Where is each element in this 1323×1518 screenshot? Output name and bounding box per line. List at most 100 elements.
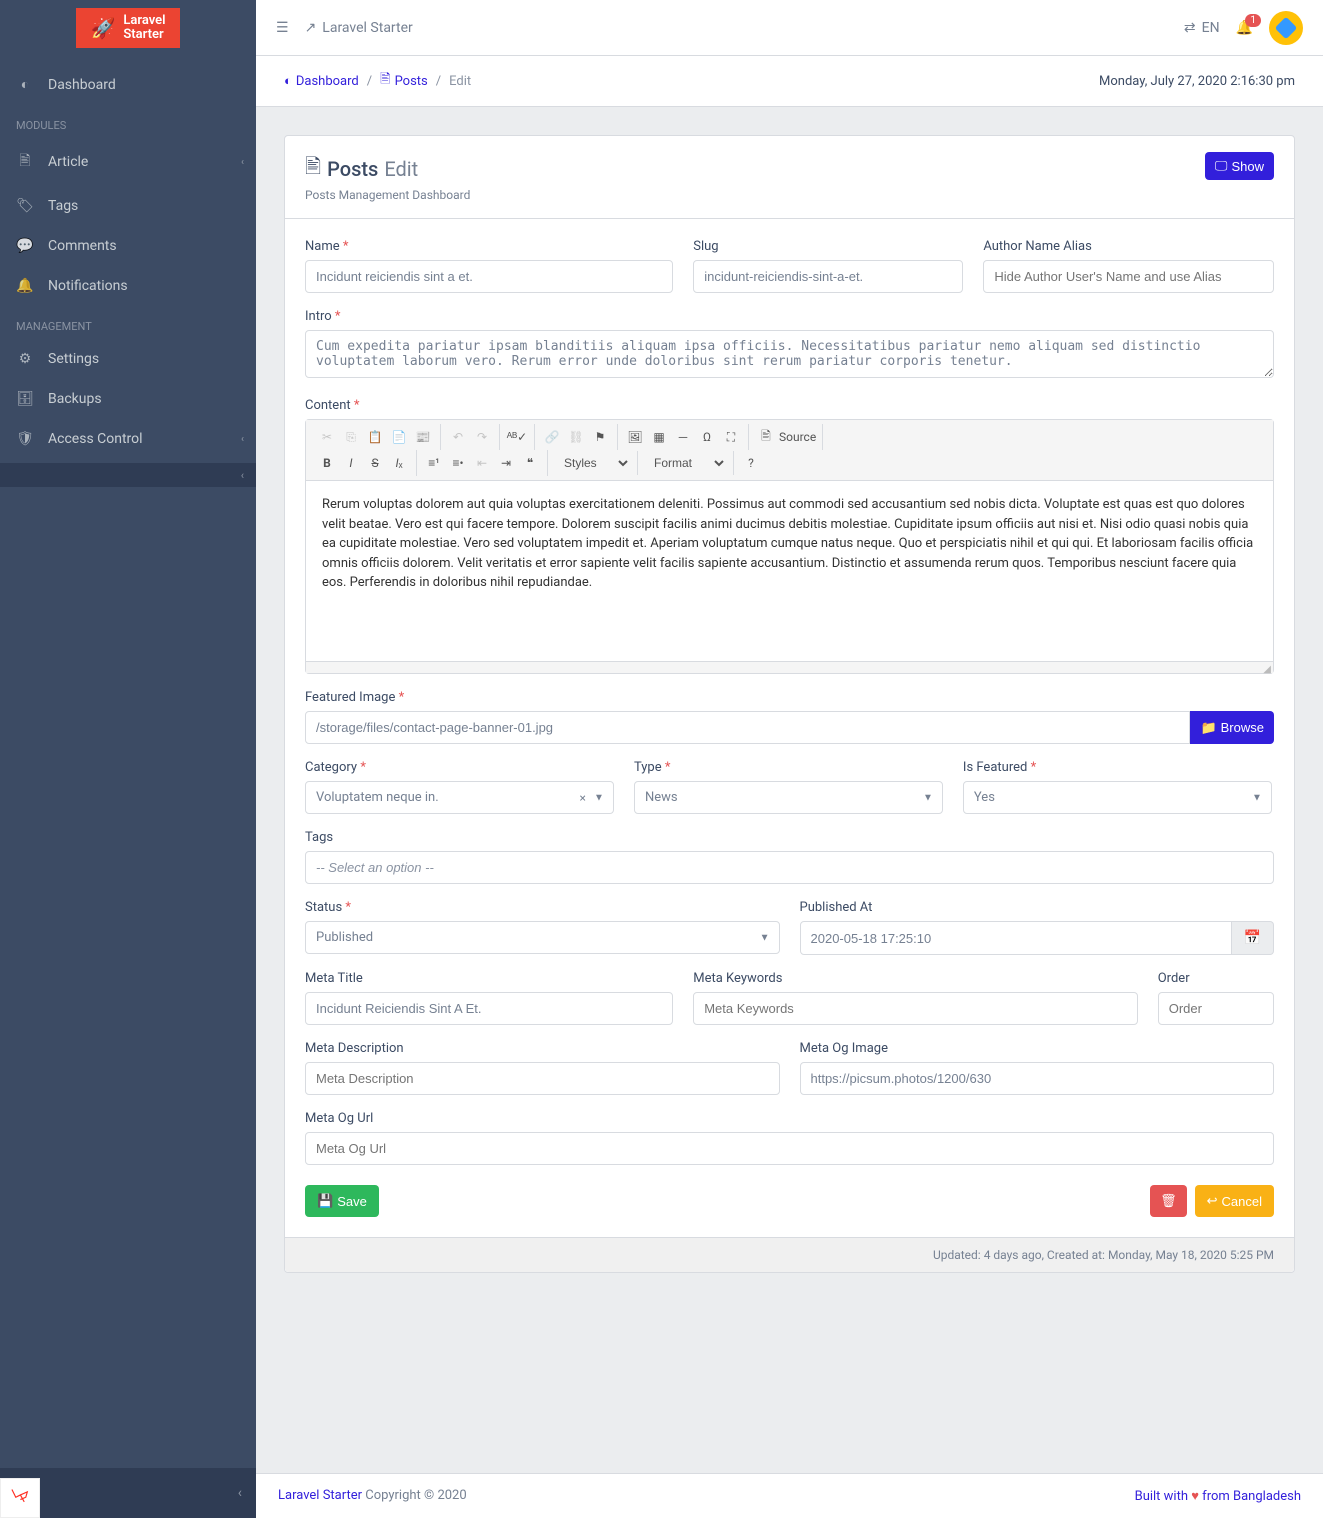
user-avatar[interactable] xyxy=(1269,11,1303,45)
laravel-debug-icon[interactable] xyxy=(0,1478,40,1518)
cancel-button[interactable]: ↩ Cancel xyxy=(1195,1185,1274,1217)
gauge-icon: ◐ xyxy=(16,76,34,93)
folder-icon: 📁 xyxy=(1200,720,1216,736)
special-char-icon[interactable]: Ω xyxy=(696,426,718,448)
order-input[interactable] xyxy=(1158,992,1274,1025)
language-switcher[interactable]: ⇄ EN xyxy=(1184,20,1220,36)
file-icon: 🖹 xyxy=(380,70,390,92)
ordered-list-icon[interactable]: ≡¹ xyxy=(423,452,445,474)
save-button[interactable]: 💾 Save xyxy=(305,1185,379,1217)
paste-icon[interactable]: 📋 xyxy=(364,426,386,448)
delete-button[interactable]: 🗑 xyxy=(1150,1185,1187,1217)
styles-select[interactable]: Styles xyxy=(554,453,631,473)
calendar-button[interactable]: 📅 xyxy=(1232,921,1274,955)
sidebar-item-label: Access Control xyxy=(48,431,143,447)
meta-keywords-input[interactable] xyxy=(693,992,1138,1025)
chevron-left-icon: ‹ xyxy=(238,1485,242,1501)
breadcrumb-current: Edit xyxy=(449,74,471,89)
sidebar-item-label: Backups xyxy=(48,391,102,407)
brand[interactable]: 🚀 LaravelStarter xyxy=(0,0,256,56)
app-home-link[interactable]: ↗ Laravel Starter xyxy=(305,20,413,36)
sidebar-item-dashboard[interactable]: ◐ Dashboard xyxy=(0,64,256,105)
notifications-button[interactable]: 🔔 1 xyxy=(1236,20,1253,36)
meta-keywords-label: Meta Keywords xyxy=(693,971,1138,986)
sidebar-item-notifications[interactable]: 🔔 Notifications xyxy=(0,266,256,306)
browse-button[interactable]: 📁Browse xyxy=(1190,711,1274,744)
breadcrumb-posts[interactable]: 🖹 Posts xyxy=(380,70,428,92)
sidebar-item-access-control[interactable]: 🛡 Access Control ‹ xyxy=(0,419,256,459)
file-icon: 🖹 xyxy=(16,150,34,174)
meta-og-image-label: Meta Og Image xyxy=(800,1041,1275,1056)
slug-input[interactable] xyxy=(693,260,963,293)
menu-toggle-button[interactable]: ☰ xyxy=(276,20,289,36)
bold-icon[interactable]: B xyxy=(316,452,338,474)
indent-icon[interactable]: ⇥ xyxy=(495,452,517,474)
intro-textarea[interactable]: Cum expedita pariatur ipsam blanditiis a… xyxy=(305,330,1274,378)
meta-og-image-input[interactable] xyxy=(800,1062,1275,1095)
meta-description-label: Meta Description xyxy=(305,1041,780,1056)
sidebar-item-comments[interactable]: 💬 Comments xyxy=(0,226,256,266)
edit-post-card: 🖹 Posts Edit Posts Management Dashboard … xyxy=(284,135,1295,1273)
remove-format-icon[interactable]: Iₓ xyxy=(388,452,410,474)
published-at-input[interactable] xyxy=(800,921,1232,955)
file-icon: 🖹 xyxy=(305,152,321,186)
format-select[interactable]: Format xyxy=(644,453,727,473)
category-select[interactable]: Voluptatem neque in. xyxy=(305,781,614,814)
author-input[interactable] xyxy=(983,260,1274,293)
sidebar-item-backups[interactable]: 🗄 Backups xyxy=(0,379,256,419)
sidebar-item-label: Article xyxy=(48,154,88,170)
unordered-list-icon[interactable]: ≡• xyxy=(447,452,469,474)
table-icon[interactable]: ▦ xyxy=(648,426,670,448)
content-editable[interactable]: Rerum voluptas dolorem aut quia voluptas… xyxy=(306,481,1273,661)
sidebar-item-settings[interactable]: ⚙ Settings xyxy=(0,339,256,379)
anchor-icon[interactable]: ⚑ xyxy=(589,426,611,448)
show-button[interactable]: 🖵Show xyxy=(1205,152,1274,180)
name-input[interactable] xyxy=(305,260,673,293)
meta-title-input[interactable] xyxy=(305,992,673,1025)
image-icon[interactable]: 🖼 xyxy=(624,426,646,448)
footer-brand-link[interactable]: Laravel Starter xyxy=(278,1488,362,1503)
tags-select[interactable] xyxy=(305,851,1274,884)
sidebar-item-tags[interactable]: 🏷 Tags xyxy=(0,186,256,226)
featured-image-input[interactable] xyxy=(305,711,1190,744)
hr-icon[interactable]: ─ xyxy=(672,426,694,448)
cut-icon: ✂ xyxy=(316,426,338,448)
meta-og-url-input[interactable] xyxy=(305,1132,1274,1165)
help-icon[interactable]: ? xyxy=(740,452,762,474)
heart-icon: ♥ xyxy=(1191,1489,1199,1504)
status-label: Status * xyxy=(305,900,780,915)
gauge-icon: ◐ xyxy=(284,73,292,89)
breadcrumb-dashboard[interactable]: ◐ Dashboard xyxy=(284,73,359,89)
header: ☰ ↗ Laravel Starter ⇄ EN 🔔 1 xyxy=(256,0,1323,56)
meta-description-input[interactable] xyxy=(305,1062,780,1095)
sidebar-collapse-mid[interactable]: ‹ xyxy=(0,463,256,487)
editor-resize-handle[interactable] xyxy=(306,661,1273,673)
featured-image-label: Featured Image * xyxy=(305,690,1274,705)
strike-icon[interactable]: S xyxy=(364,452,386,474)
status-select[interactable]: Published xyxy=(305,921,780,954)
italic-icon[interactable]: I xyxy=(340,452,362,474)
intro-label: Intro * xyxy=(305,309,1274,324)
paste-word-icon[interactable]: 📰 xyxy=(412,426,434,448)
maximize-icon[interactable]: ⛶ xyxy=(720,426,742,448)
copy-icon: ⎘ xyxy=(340,426,362,448)
footer-credit: Built with ♥ from Bangladesh xyxy=(1135,1488,1301,1504)
clear-icon[interactable]: × xyxy=(580,791,586,805)
paste-text-icon[interactable]: 📄 xyxy=(388,426,410,448)
sidebar-item-label: Settings xyxy=(48,351,99,367)
outdent-icon: ⇤ xyxy=(471,452,493,474)
source-button[interactable]: Source xyxy=(779,430,816,444)
is-featured-label: Is Featured * xyxy=(963,760,1272,775)
is-featured-select[interactable]: Yes xyxy=(963,781,1272,814)
sidebar-item-article[interactable]: 🖹 Article ‹ xyxy=(0,138,256,186)
blockquote-icon[interactable]: ❝ xyxy=(519,452,541,474)
content-label: Content * xyxy=(305,398,1274,413)
spellcheck-icon[interactable]: ᴬᴮ✓ xyxy=(506,426,528,448)
sidebar-title-management: MANAGEMENT xyxy=(0,306,256,339)
type-select[interactable]: News xyxy=(634,781,943,814)
desktop-icon: 🖵 xyxy=(1215,158,1228,174)
page-footer: Laravel Starter Copyright © 2020 Built w… xyxy=(256,1473,1323,1518)
trash-icon: 🗑 xyxy=(1160,1193,1177,1209)
editor-toolbar: ✂ ⎘ 📋 📄 📰 ↶ ↷ xyxy=(306,420,1273,481)
source-icon[interactable]: 🖹 xyxy=(755,426,777,448)
